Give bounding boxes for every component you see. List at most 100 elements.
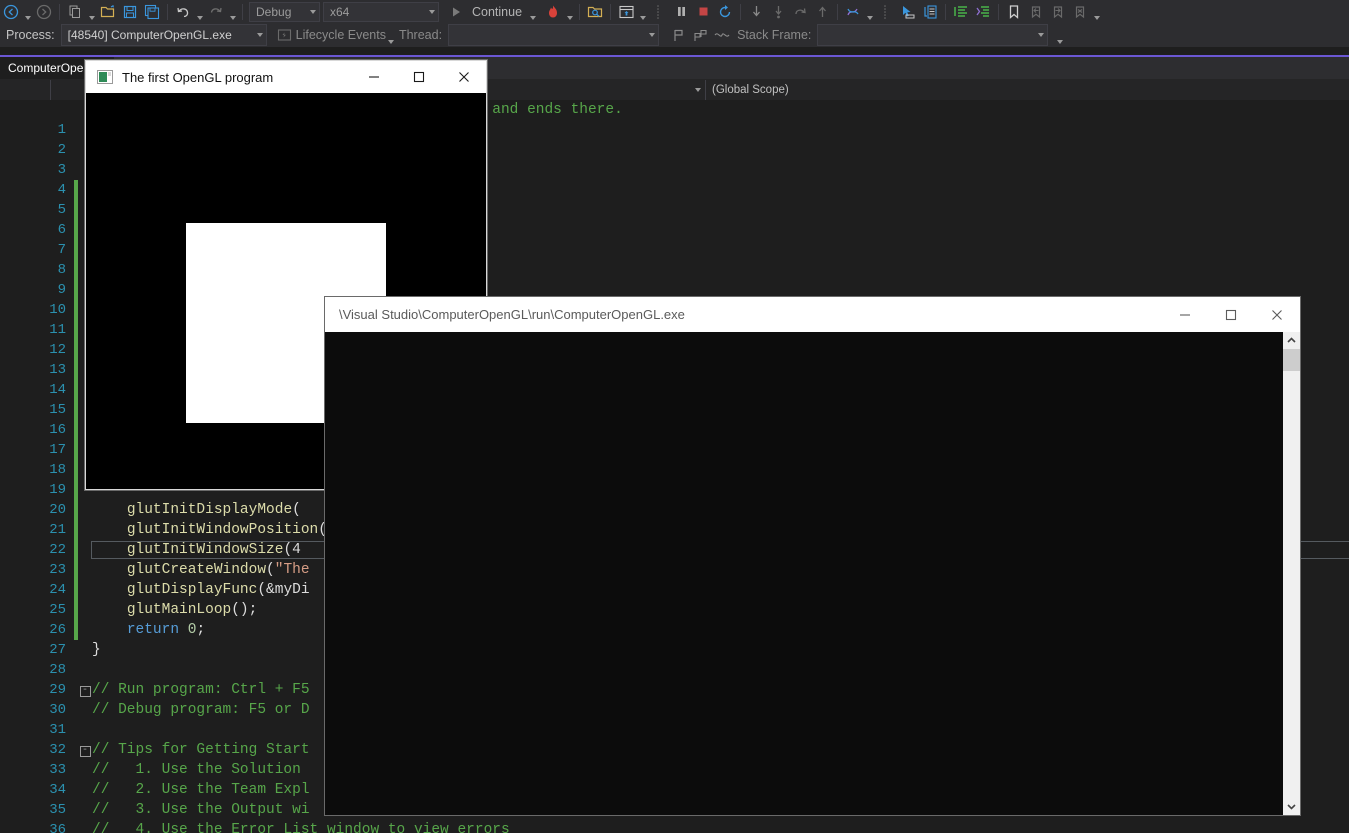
new-item-dropdown-icon[interactable] bbox=[86, 0, 97, 25]
change-indicator-bar bbox=[74, 240, 78, 260]
close-icon[interactable] bbox=[1254, 298, 1300, 332]
line-number: 16 bbox=[49, 422, 66, 438]
minimize-icon[interactable] bbox=[351, 61, 396, 93]
line-number: 27 bbox=[49, 642, 66, 658]
opengl-app-icon bbox=[97, 70, 113, 84]
threads-icon[interactable] bbox=[842, 1, 864, 23]
toolbar-overflow-icon[interactable] bbox=[1091, 0, 1102, 25]
line-number: 18 bbox=[49, 462, 66, 478]
line-number: 20 bbox=[49, 502, 66, 518]
maximize-icon[interactable] bbox=[1208, 298, 1254, 332]
console-window[interactable]: \Visual Studio\ComputerOpenGL\run\Comput… bbox=[325, 297, 1300, 815]
undo-dropdown-icon[interactable] bbox=[194, 0, 205, 25]
indent-icon[interactable] bbox=[950, 1, 972, 23]
pointer-icon[interactable] bbox=[897, 1, 919, 23]
hot-reload-flame-icon[interactable] bbox=[542, 1, 564, 23]
scrollbar-thumb[interactable] bbox=[1283, 349, 1300, 371]
continue-dropdown-icon[interactable] bbox=[527, 0, 538, 25]
threads-dropdown-icon[interactable] bbox=[864, 0, 875, 25]
line-number: 8 bbox=[57, 262, 66, 278]
save-icon[interactable] bbox=[119, 1, 141, 23]
bookmark-prev-icon[interactable] bbox=[1025, 1, 1047, 23]
line-number: 22 bbox=[49, 542, 66, 558]
toolbar-gripper-icon bbox=[648, 1, 670, 23]
nav-member-combo[interactable]: (Global Scope) bbox=[706, 80, 1349, 100]
open-folder-icon[interactable] bbox=[97, 1, 119, 23]
solution-configuration-combo[interactable]: Debug bbox=[249, 1, 320, 22]
maximize-icon[interactable] bbox=[396, 61, 441, 93]
step-out-icon[interactable] bbox=[789, 1, 811, 23]
change-indicator-bar bbox=[74, 380, 78, 400]
scroll-down-arrow-icon[interactable] bbox=[1283, 798, 1300, 815]
navigate-back-dropdown-icon[interactable] bbox=[22, 0, 33, 25]
toolbar-separator bbox=[242, 3, 243, 20]
opengl-window-titlebar[interactable]: The first OpenGL program bbox=[85, 60, 487, 93]
line-number: 6 bbox=[57, 222, 66, 238]
flag-icon[interactable] bbox=[667, 24, 689, 46]
change-indicator-bar bbox=[74, 640, 78, 660]
collapse-toggle-icon[interactable]: - bbox=[78, 680, 92, 700]
nav-member-value: (Global Scope) bbox=[712, 84, 789, 96]
line-number: 2 bbox=[57, 142, 66, 158]
line-number: 21 bbox=[49, 522, 66, 538]
lifecycle-events-icon[interactable] bbox=[274, 24, 296, 46]
close-icon[interactable] bbox=[441, 61, 486, 93]
collapse-toggle-icon[interactable]: - bbox=[78, 740, 92, 760]
toolbar-separator bbox=[740, 3, 742, 20]
redo-icon[interactable] bbox=[205, 1, 227, 23]
stack-frame-combo[interactable] bbox=[817, 24, 1049, 46]
step-into-icon[interactable] bbox=[745, 1, 767, 23]
change-indicator-bar bbox=[74, 720, 78, 740]
toolbar-separator bbox=[998, 3, 1000, 20]
toolbar-separator bbox=[579, 3, 581, 20]
nav-project-combo[interactable] bbox=[0, 80, 51, 100]
solution-platform-combo[interactable]: x64 bbox=[323, 1, 439, 22]
stop-square-icon[interactable] bbox=[692, 1, 714, 23]
lifecycle-events-dropdown-icon[interactable] bbox=[386, 22, 397, 49]
save-all-icon[interactable] bbox=[141, 1, 163, 23]
minimize-icon[interactable] bbox=[1162, 298, 1208, 332]
chevron-down-icon bbox=[649, 33, 656, 37]
step-up-icon[interactable] bbox=[811, 1, 833, 23]
change-indicator-bar bbox=[74, 460, 78, 480]
debug-windows-dropdown-icon[interactable] bbox=[637, 0, 648, 25]
toolbar-separator bbox=[945, 3, 947, 20]
flags-icon[interactable] bbox=[689, 24, 711, 46]
scrollbar-track[interactable] bbox=[1283, 371, 1300, 798]
console-window-titlebar[interactable]: \Visual Studio\ComputerOpenGL\run\Comput… bbox=[325, 297, 1300, 332]
bookmark-icon[interactable] bbox=[1003, 1, 1025, 23]
step-over-icon[interactable] bbox=[767, 1, 789, 23]
bookmark-next-icon[interactable] bbox=[1047, 1, 1069, 23]
redo-dropdown-icon[interactable] bbox=[227, 0, 238, 25]
restart-circle-icon[interactable] bbox=[714, 1, 736, 23]
bookmark-clear-icon[interactable] bbox=[1069, 1, 1091, 23]
undo-icon[interactable] bbox=[172, 1, 194, 23]
arrow-left-circle-icon[interactable] bbox=[0, 1, 22, 23]
scroll-up-arrow-icon[interactable] bbox=[1283, 332, 1300, 349]
lifecycle-events-label[interactable]: Lifecycle Events bbox=[296, 28, 386, 42]
pause-icon[interactable] bbox=[670, 1, 692, 23]
play-icon[interactable] bbox=[445, 1, 467, 23]
code-line[interactable]: 36 // 4. Use the Error List window to vie… bbox=[0, 820, 1349, 833]
toolbar-overflow-icon[interactable] bbox=[1054, 22, 1065, 49]
toolbar-separator bbox=[610, 3, 612, 20]
outdent-icon[interactable] bbox=[972, 1, 994, 23]
console-vertical-scrollbar[interactable] bbox=[1283, 332, 1300, 815]
line-number: 36 bbox=[49, 822, 66, 833]
list-icon[interactable] bbox=[919, 1, 941, 23]
change-indicator-bar bbox=[74, 140, 78, 160]
debug-window-icon[interactable] bbox=[615, 1, 637, 23]
console-window-body[interactable] bbox=[325, 332, 1300, 815]
continue-button-label[interactable]: Continue bbox=[467, 5, 527, 19]
hot-reload-dropdown-icon[interactable] bbox=[564, 0, 575, 25]
change-indicator-bar bbox=[74, 600, 78, 620]
new-item-icon[interactable] bbox=[64, 1, 86, 23]
arrow-right-circle-icon[interactable] bbox=[33, 1, 55, 23]
thread-combo[interactable] bbox=[448, 24, 660, 46]
link-icon[interactable] bbox=[711, 24, 733, 46]
debug-process-toolbar-row: Process: [48540] ComputerOpenGL.exe Life… bbox=[0, 23, 1349, 47]
process-combo[interactable]: [48540] ComputerOpenGL.exe bbox=[60, 24, 267, 46]
line-number: 17 bbox=[49, 442, 66, 458]
line-number: 4 bbox=[57, 182, 66, 198]
attach-to-process-icon[interactable] bbox=[584, 1, 606, 23]
